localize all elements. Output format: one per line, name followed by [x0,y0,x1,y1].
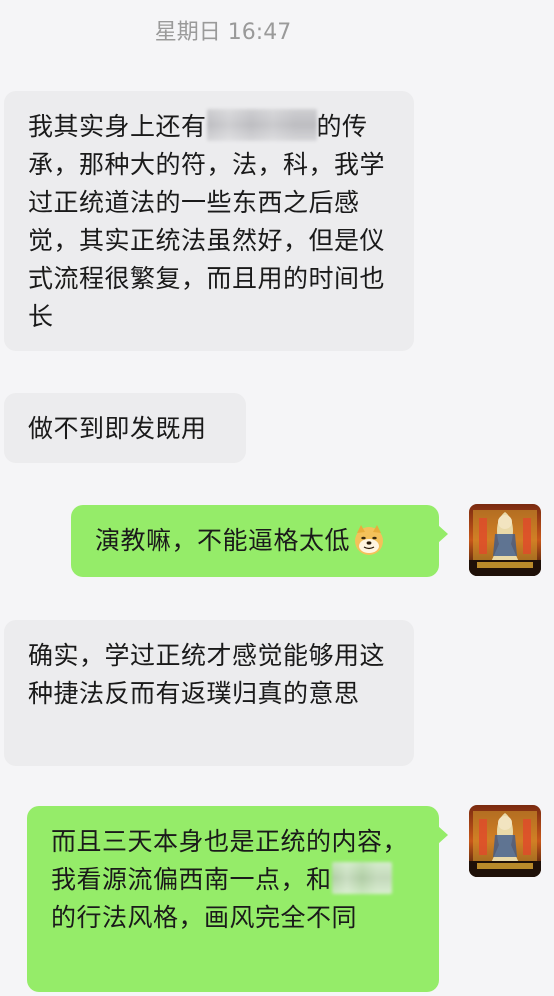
message-bubble-incoming[interactable]: 做不到即发既用 [4,393,246,463]
doge-emoji-icon [355,525,384,555]
user-avatar[interactable] [469,805,541,877]
message-bubble-outgoing[interactable]: 而且三天本身也是正统的内容，我看源流偏西南一点，和的行法风格，画风完全不同 [27,806,448,992]
redacted-text-blur [331,862,392,894]
message-bubble-outgoing[interactable]: 演教嘛，不能逼格太低 [71,505,448,577]
message-text: 我其实身上还有 [28,112,207,141]
avatar-image-icon [469,805,541,877]
message-bubble-incoming[interactable]: 确实，学过正统才感觉能够用这种捷法反而有返璞归真的意思 [4,620,414,766]
avatar-image-icon [469,504,541,576]
message-text: 确实，学过正统才感觉能够用这种捷法反而有返璞归真的意思 [28,641,386,708]
message-text: 的行法风格，画风完全不同 [51,903,358,932]
message-text: 做不到即发既用 [28,414,207,443]
chat-timestamp: 星期日 16:47 [154,20,292,45]
message-bubble-incoming[interactable]: 我其实身上还有 的传承，那种大的符，法，科，我学过正统道法的一些东西之后感觉，其实… [4,91,414,351]
user-avatar[interactable] [469,504,541,576]
redacted-text-blur [206,109,317,141]
message-text: 演教嘛，不能逼格太低 [95,526,351,555]
message-text: 的传承，那种大的符，法，科，我学过正统道法的一些东西之后感觉，其实正统法虽然好，… [28,112,386,331]
